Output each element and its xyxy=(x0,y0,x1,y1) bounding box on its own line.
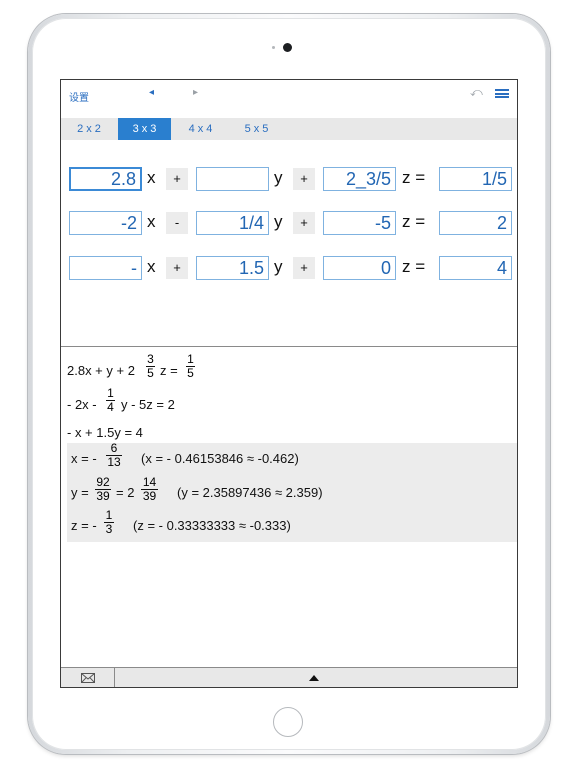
solution-y-mixed-fraction: 14 39 xyxy=(141,475,158,503)
eq1-fraction-1: 35 xyxy=(146,352,155,380)
operator-1-toggle[interactable]: + xyxy=(166,257,188,279)
var-z-label: z = xyxy=(402,257,426,276)
eq1-mid: z = xyxy=(160,363,178,378)
eq2-prefix: - 2x - xyxy=(67,397,97,412)
coef-a1-input[interactable]: 2.8 xyxy=(69,167,142,191)
operator-1-toggle[interactable]: + xyxy=(166,168,188,190)
navigation-bar: 设置 ◂ ▸ ⤺ xyxy=(61,80,517,110)
undo-icon[interactable]: ⤺ xyxy=(470,85,483,100)
solution-x-prefix: x = - xyxy=(71,451,97,466)
eq3-line: - x + 1.5y = 4 xyxy=(67,425,143,440)
coef-a3-input[interactable]: - xyxy=(69,256,142,280)
home-button[interactable] xyxy=(273,707,303,737)
operator-2-toggle[interactable]: + xyxy=(293,257,315,279)
app-screen: 设置 ◂ ▸ ⤺ 2 x 2 3 x 3 4 x 4 5 x 5 2.8 x +… xyxy=(60,79,518,688)
solution-y-approx: (y = 2.35897436 ≈ 2.359) xyxy=(177,485,323,500)
eq1-fraction-2: 15 xyxy=(186,352,195,380)
solution-y-prefix: y = xyxy=(71,485,89,500)
mail-icon xyxy=(81,673,95,683)
next-arrow-icon[interactable]: ▸ xyxy=(193,87,198,98)
bottom-toolbar xyxy=(61,667,517,687)
tab-4x4[interactable]: 4 x 4 xyxy=(174,118,227,140)
rhs-1-input[interactable]: 1/5 xyxy=(439,167,512,191)
tab-2x2[interactable]: 2 x 2 xyxy=(63,118,115,140)
coef-b1-input[interactable] xyxy=(196,167,269,191)
email-button[interactable] xyxy=(61,668,115,687)
coef-c3-input[interactable]: 0 xyxy=(323,256,396,280)
eq2-suffix: y - 5z = 2 xyxy=(121,397,175,412)
eq1-prefix: 2.8x + y + 2 xyxy=(67,363,135,378)
rhs-3-input[interactable]: 4 xyxy=(439,256,512,280)
coef-c1-input[interactable]: 2_3/5 xyxy=(323,167,396,191)
equation-row-2: -2 x - 1/4 y + -5 z = 2 xyxy=(61,211,517,237)
var-x-label: x xyxy=(147,168,156,187)
solution-y-fraction: 92 39 xyxy=(95,475,111,503)
coef-a2-input[interactable]: -2 xyxy=(69,211,142,235)
matrix-size-tabs: 2 x 2 3 x 3 4 x 4 5 x 5 xyxy=(61,118,517,140)
coef-b2-input[interactable]: 1/4 xyxy=(196,211,269,235)
solution-y-mixed-whole: = 2 xyxy=(116,485,135,500)
operator-2-toggle[interactable]: + xyxy=(293,168,315,190)
solution-z-prefix: z = - xyxy=(71,518,97,533)
var-z-label: z = xyxy=(402,212,426,231)
coef-b3-input[interactable]: 1.5 xyxy=(196,256,269,280)
var-z-label: z = xyxy=(402,168,426,187)
var-x-label: x xyxy=(147,257,156,276)
section-divider xyxy=(61,346,517,347)
equation-row-1: 2.8 x + y + 2_3/5 z = 1/5 xyxy=(61,167,517,193)
ambient-sensor xyxy=(272,46,275,49)
prev-arrow-icon[interactable]: ◂ xyxy=(149,87,154,98)
solution-x-approx: (x = - 0.46153846 ≈ -0.462) xyxy=(141,451,299,466)
var-x-label: x xyxy=(147,212,156,231)
var-y-label: y xyxy=(274,212,283,231)
solution-z-fraction: 13 xyxy=(104,508,114,536)
solution-x-fraction: 6 13 xyxy=(106,441,122,469)
operator-1-toggle[interactable]: - xyxy=(166,212,188,234)
equation-row-3: - x + 1.5 y + 0 z = 4 xyxy=(61,256,517,282)
solution-z-approx: (z = - 0.33333333 ≈ -0.333) xyxy=(133,518,291,533)
eq2-fraction: 14 xyxy=(106,386,115,414)
coef-c2-input[interactable]: -5 xyxy=(323,211,396,235)
operator-2-toggle[interactable]: + xyxy=(293,212,315,234)
tab-3x3[interactable]: 3 x 3 xyxy=(118,118,171,140)
var-y-label: y xyxy=(274,168,283,187)
tab-5x5[interactable]: 5 x 5 xyxy=(230,118,283,140)
expand-up-icon[interactable] xyxy=(309,675,319,681)
front-camera xyxy=(283,43,292,52)
settings-button[interactable]: 设置 xyxy=(69,89,89,104)
menu-icon[interactable] xyxy=(495,89,509,98)
var-y-label: y xyxy=(274,257,283,276)
rhs-2-input[interactable]: 2 xyxy=(439,211,512,235)
